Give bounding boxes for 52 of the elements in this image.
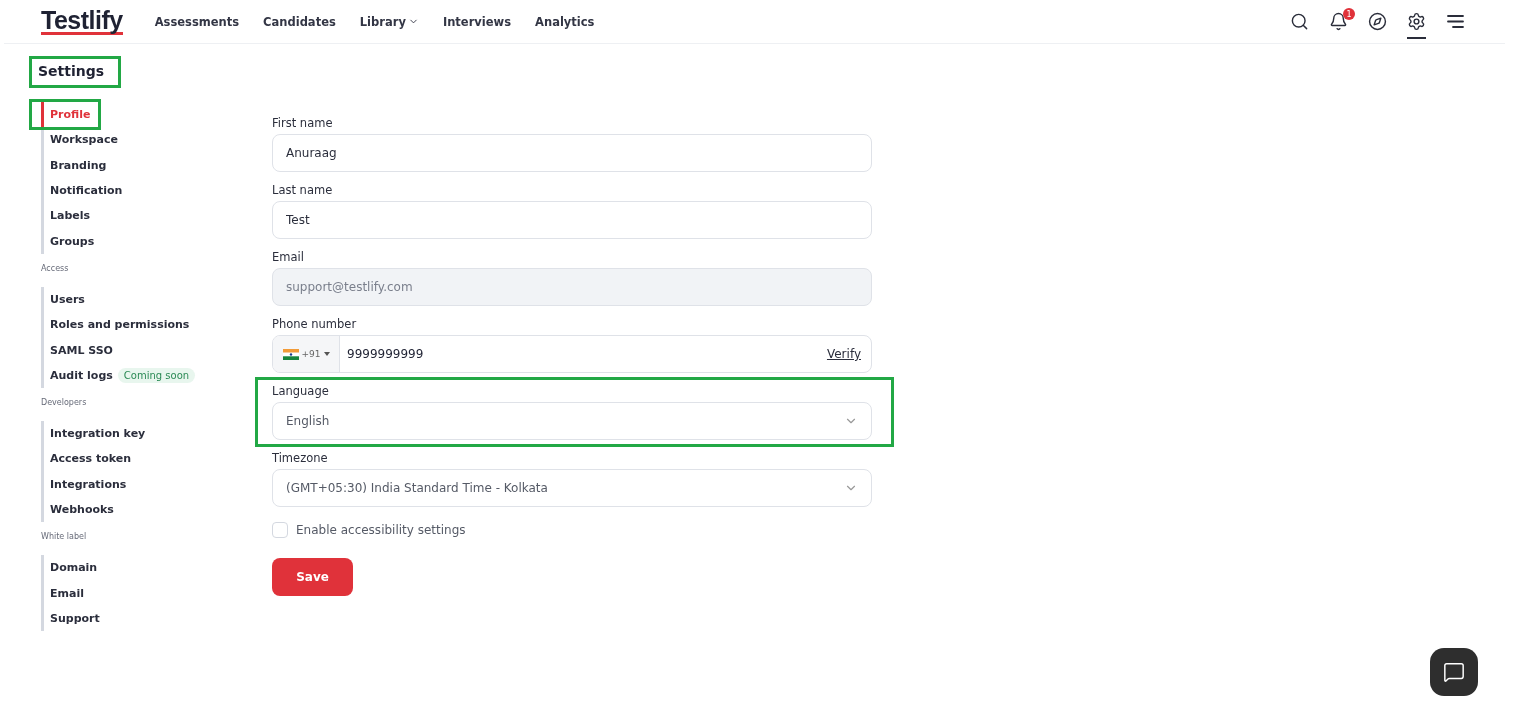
chat-button[interactable] bbox=[1430, 648, 1478, 696]
field-label: Phone number bbox=[272, 317, 358, 331]
field-label: Timezone bbox=[272, 451, 329, 465]
sidebar-item[interactable]: Users bbox=[41, 286, 85, 313]
phone-value: 9999999999 bbox=[346, 347, 425, 361]
input-field[interactable]: Test bbox=[272, 201, 872, 239]
sidebar-item[interactable]: Domain bbox=[41, 555, 98, 581]
sidebar-item[interactable]: Profile bbox=[41, 102, 91, 128]
settings-button[interactable] bbox=[1407, 12, 1426, 39]
section-heading: White label bbox=[41, 532, 88, 542]
phone-field[interactable]: +91 9999999999 Verify bbox=[272, 335, 872, 373]
notification-badge: 1 bbox=[1343, 8, 1355, 20]
sidebar-item[interactable]: Access token bbox=[41, 446, 132, 472]
select-dropdown[interactable]: English bbox=[272, 402, 872, 440]
india-flag-icon bbox=[282, 348, 299, 360]
section-heading: Developers bbox=[41, 397, 88, 407]
nav-link[interactable]: Interviews bbox=[442, 14, 512, 29]
chat-bubble-icon bbox=[1443, 661, 1465, 683]
nav-link[interactable]: Assessments bbox=[154, 14, 240, 29]
field-label: First name bbox=[272, 116, 334, 130]
sidebar-item[interactable]: Labels bbox=[41, 203, 91, 229]
sidebar-item[interactable]: Audit logs Coming soon bbox=[41, 362, 196, 388]
sidebar-item[interactable]: Integration key bbox=[41, 420, 146, 447]
sidebar-item[interactable]: Email bbox=[41, 580, 84, 606]
sidebar-item[interactable]: SAML SSO bbox=[41, 337, 113, 363]
nav-link[interactable]: Candidates bbox=[263, 14, 336, 29]
testlify-logo[interactable]: Testlify bbox=[41, 8, 123, 35]
country-code-dropdown[interactable]: +91 bbox=[273, 336, 340, 372]
sidebar-item[interactable]: Workspace bbox=[41, 127, 118, 153]
verify-link[interactable]: Verify bbox=[826, 347, 861, 361]
input-field[interactable]: Anuraag bbox=[272, 134, 872, 172]
page-title: Settings bbox=[37, 62, 106, 81]
section-heading: Access bbox=[41, 263, 70, 273]
checkbox-label: Enable accessibility settings bbox=[296, 523, 466, 537]
sidebar-item[interactable]: Groups bbox=[41, 228, 95, 254]
nav-link[interactable]: Library bbox=[359, 14, 419, 29]
sidebar-item[interactable]: Support bbox=[41, 605, 100, 632]
checkbox[interactable] bbox=[272, 522, 288, 538]
field-label: Email bbox=[272, 250, 305, 264]
save-button[interactable]: Save bbox=[272, 558, 353, 596]
sidebar-item[interactable]: Roles and permissions bbox=[41, 312, 190, 338]
sidebar-item[interactable]: Notification bbox=[41, 177, 123, 204]
select-dropdown[interactable]: (GMT+05:30) India Standard Time - Kolkata bbox=[272, 469, 872, 507]
sidebar-item[interactable]: Webhooks bbox=[41, 496, 114, 523]
sidebar-item[interactable]: Branding bbox=[41, 152, 107, 178]
field-label: Last name bbox=[272, 183, 334, 197]
sidebar-item-label: Audit logs bbox=[50, 368, 113, 382]
nav-link[interactable]: Analytics bbox=[535, 14, 595, 29]
caret-icon bbox=[323, 352, 330, 356]
sidebar-item[interactable]: Integrations bbox=[41, 471, 127, 497]
field-label: Language bbox=[272, 384, 330, 398]
coming-soon-badge: Coming soon bbox=[117, 367, 196, 383]
